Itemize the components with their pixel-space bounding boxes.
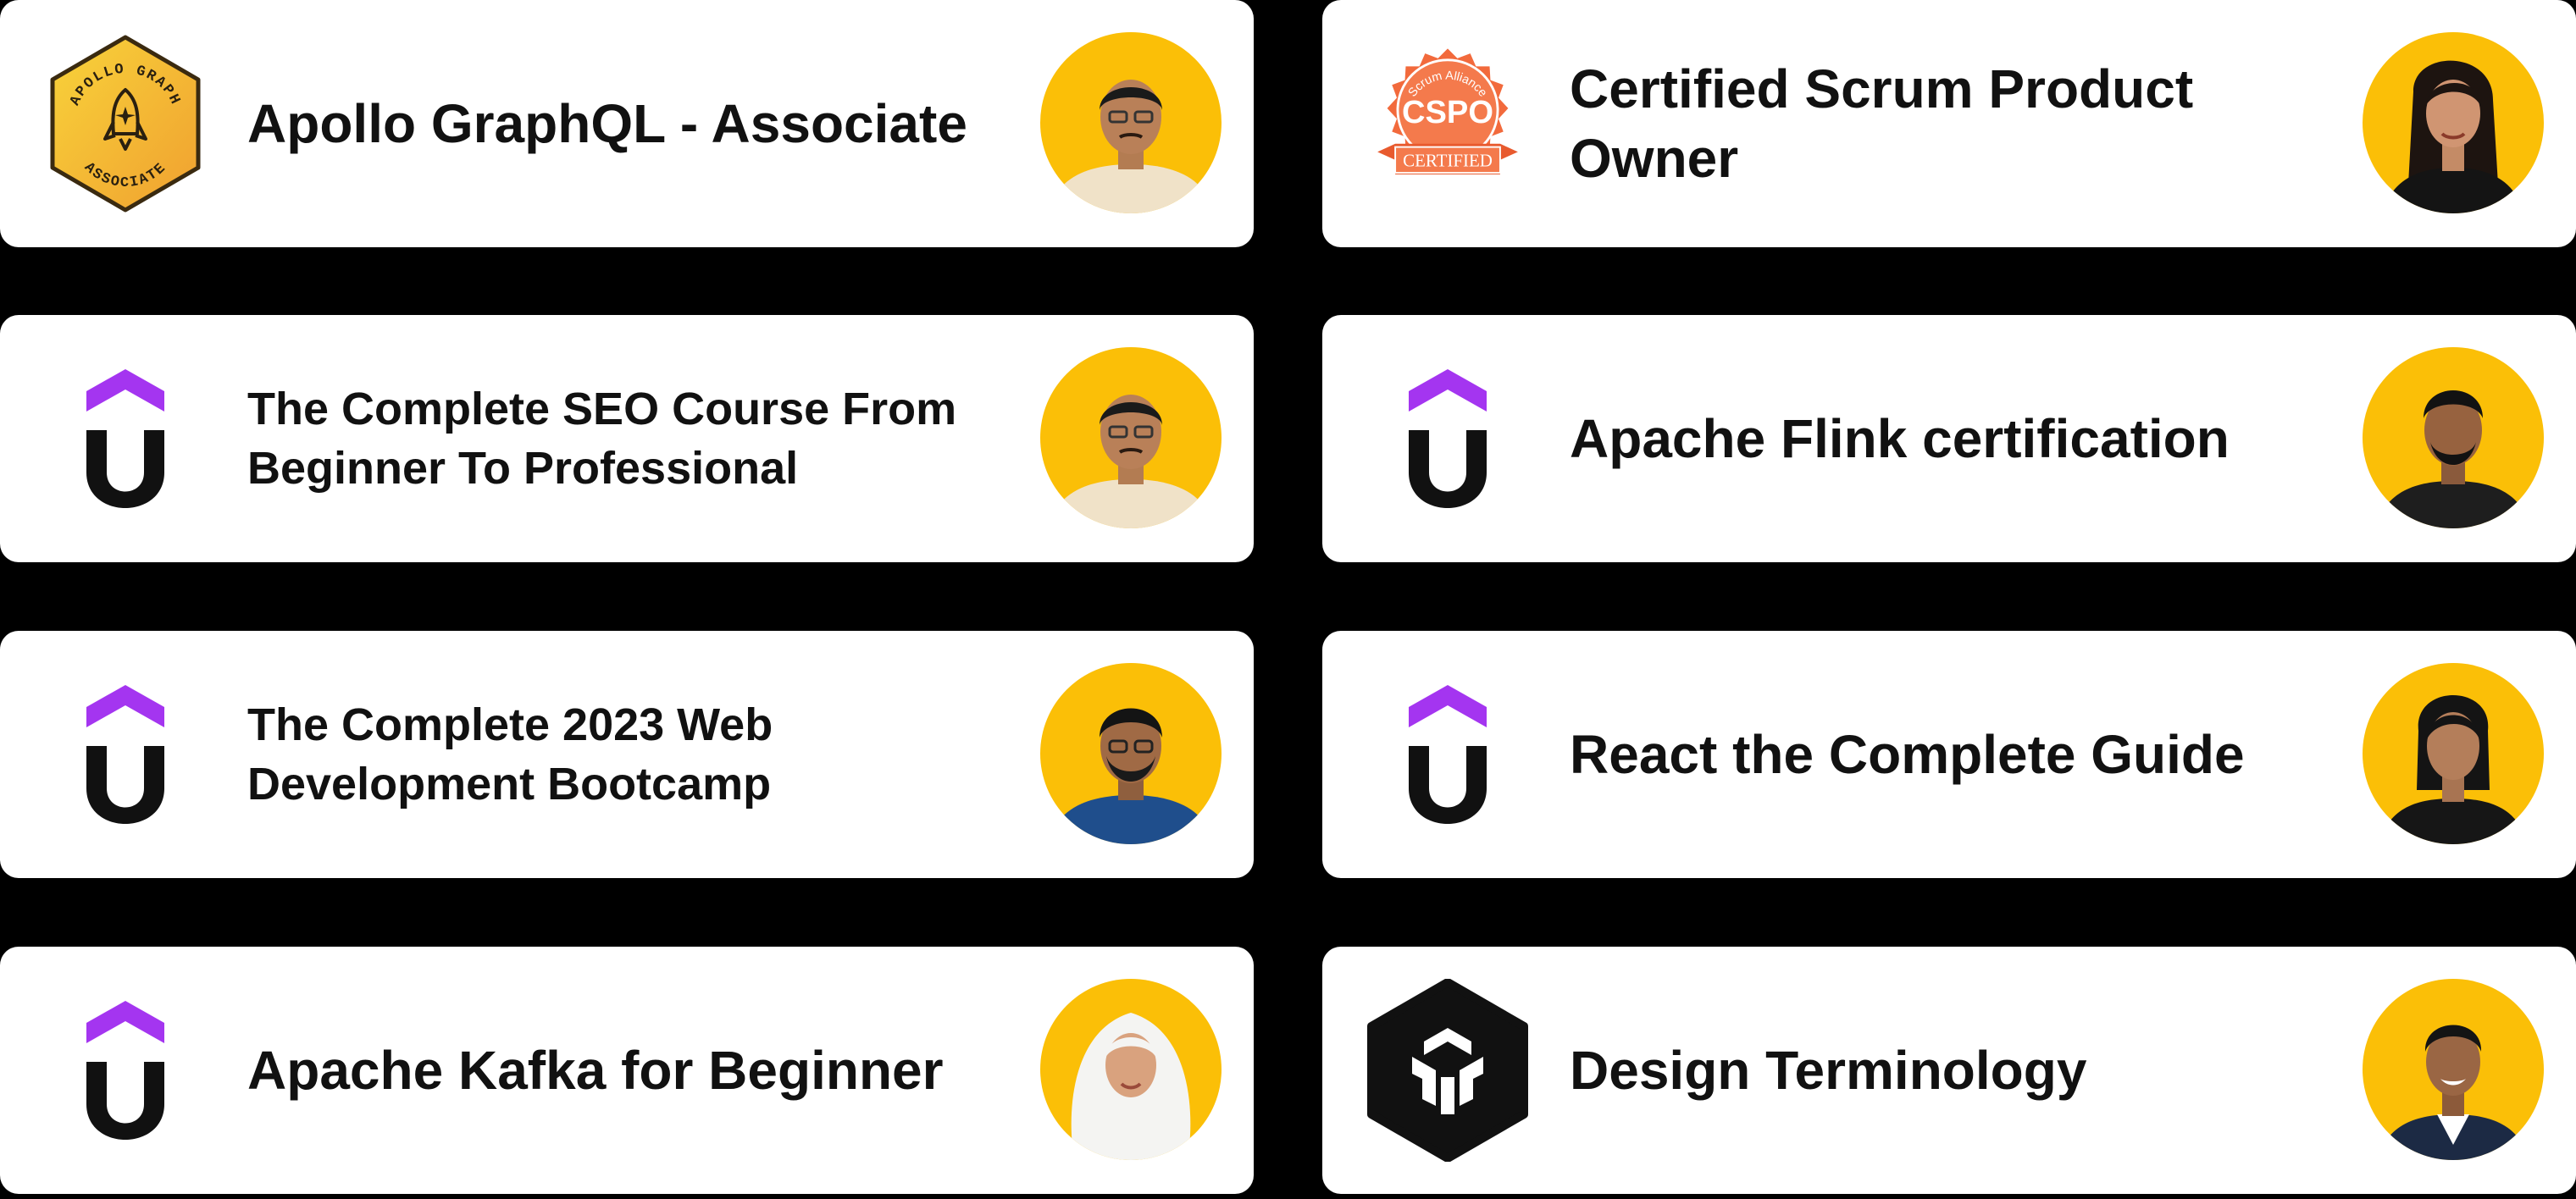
cspo-certified-seal-icon: Scrum Alliance CSPO CERTIFIED	[1363, 30, 1532, 217]
card-title: Design Terminology	[1570, 1040, 2087, 1101]
certification-card-cspo[interactable]: Scrum Alliance CSPO CERTIFIED Certified …	[1322, 0, 2576, 247]
person-avatar	[2363, 979, 2544, 1160]
person-avatar	[1040, 347, 1222, 528]
design-terminology-logo-icon	[1363, 977, 1532, 1163]
person-avatar	[2363, 32, 2544, 213]
card-title: The Complete 2023 Web Development Bootca…	[247, 699, 773, 809]
card-title: The Complete SEO Course From Beginner To…	[247, 384, 957, 494]
person-avatar	[1040, 979, 1222, 1160]
udemy-logo-icon	[1363, 661, 1532, 848]
udemy-logo-icon	[1363, 345, 1532, 532]
seal-ribbon-text: CERTIFIED	[1403, 150, 1493, 170]
certification-card-react-complete-guide[interactable]: React the Complete Guide	[1322, 631, 2576, 878]
certification-card-apache-kafka[interactable]: Apache Kafka for Beginner	[0, 947, 1254, 1194]
card-title: Apollo GraphQL - Associate	[247, 93, 967, 154]
udemy-logo-icon	[41, 345, 210, 532]
card-title: Apache Kafka for Beginner	[247, 1040, 944, 1101]
person-avatar	[1040, 32, 1222, 213]
certification-card-apollo-graphql[interactable]: APOLLO GRAPH ASSOCIATE Apollo GraphQL - …	[0, 0, 1254, 247]
person-avatar	[2363, 347, 2544, 528]
certification-card-seo-course[interactable]: The Complete SEO Course From Beginner To…	[0, 315, 1254, 562]
seal-main-text: CSPO	[1402, 95, 1493, 130]
udemy-logo-icon	[41, 977, 210, 1163]
certification-card-apache-flink[interactable]: Apache Flink certification	[1322, 315, 2576, 562]
card-title: Apache Flink certification	[1570, 408, 2230, 469]
card-title: Certified Scrum Product Owner	[1570, 58, 2194, 189]
udemy-logo-icon	[41, 661, 210, 848]
certification-card-design-terminology[interactable]: Design Terminology	[1322, 947, 2576, 1194]
apollo-graph-associate-badge-icon: APOLLO GRAPH ASSOCIATE	[41, 30, 210, 217]
certification-card-web-development-bootcamp[interactable]: The Complete 2023 Web Development Bootca…	[0, 631, 1254, 878]
person-avatar	[1040, 663, 1222, 844]
person-avatar	[2363, 663, 2544, 844]
card-title: React the Complete Guide	[1570, 724, 2245, 785]
